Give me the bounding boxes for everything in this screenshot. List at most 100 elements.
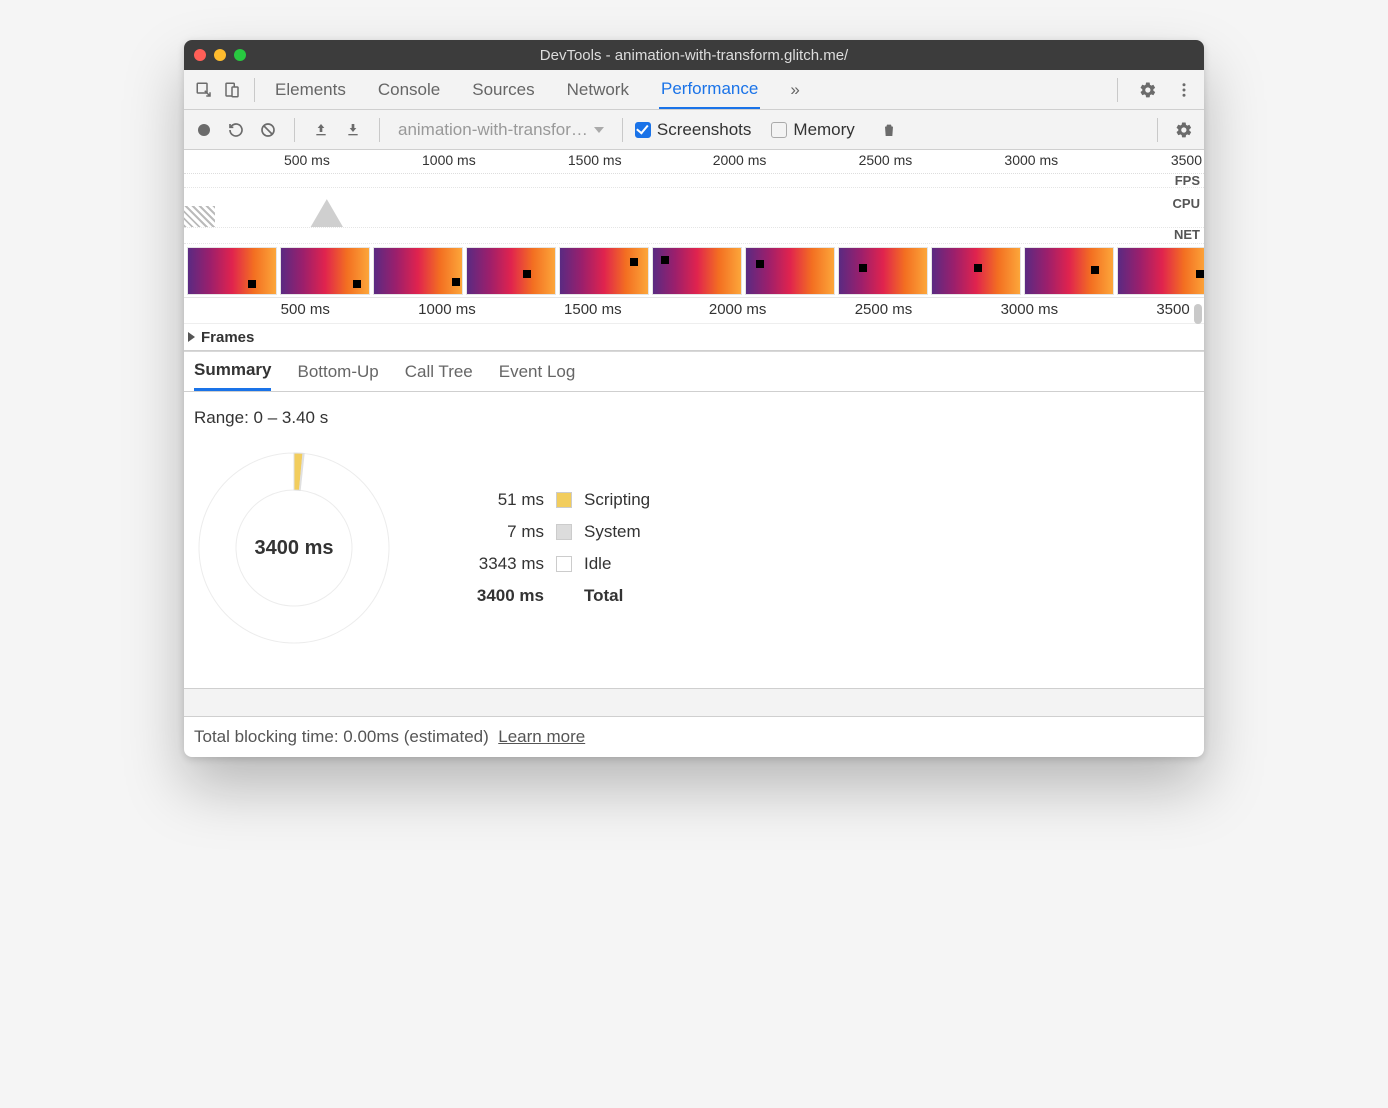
divider — [379, 118, 380, 142]
vertical-scrollbar-thumb[interactable] — [1194, 304, 1202, 324]
ruler-tick: 3000 ms — [1001, 301, 1059, 318]
legend-value: 7 ms — [464, 522, 544, 542]
save-profile-button[interactable] — [339, 116, 367, 144]
tab-elements[interactable]: Elements — [273, 70, 348, 109]
load-profile-button[interactable] — [307, 116, 335, 144]
fps-lane-label: FPS — [1175, 173, 1200, 188]
inspect-element-icon[interactable] — [190, 76, 218, 104]
legend-total-label: Total — [584, 586, 650, 606]
ruler-tick: 500 ms — [281, 301, 330, 318]
capture-settings-icon[interactable] — [1170, 116, 1198, 144]
filmstrip-thumb[interactable] — [1024, 247, 1114, 295]
ruler-tick: 2000 ms — [709, 301, 767, 318]
panel-tabs: Elements Console Sources Network Perform… — [273, 70, 1109, 109]
reload-record-button[interactable] — [222, 116, 250, 144]
net-lane: NET — [184, 228, 1204, 244]
divider — [254, 78, 255, 102]
window-title: DevTools - animation-with-transform.glit… — [184, 47, 1204, 64]
legend-label: Scripting — [584, 490, 650, 510]
frames-label: Frames — [201, 329, 254, 346]
frames-track-header[interactable]: Frames — [184, 323, 1204, 351]
legend-value: 3343 ms — [464, 554, 544, 574]
ruler-tick: 500 ms — [284, 152, 330, 168]
tab-network[interactable]: Network — [565, 70, 631, 109]
tab-sources[interactable]: Sources — [470, 70, 536, 109]
device-toolbar-icon[interactable] — [218, 76, 246, 104]
divider — [1157, 118, 1158, 142]
blocking-time-text: Total blocking time: 0.00ms (estimated) — [194, 727, 489, 746]
tab-performance[interactable]: Performance — [659, 70, 760, 109]
thumb-marker — [661, 256, 669, 264]
ruler-tick: 2500 ms — [859, 152, 913, 168]
flame-ruler[interactable]: 500 ms 1000 ms 1500 ms 2000 ms 2500 ms 3… — [184, 297, 1204, 323]
expand-triangle-icon — [188, 332, 195, 342]
summary-donut-chart: 3400 ms — [194, 448, 394, 648]
legend-label: System — [584, 522, 650, 542]
details-tab-bottom-up[interactable]: Bottom-Up — [297, 352, 378, 391]
panel-tabs-row: Elements Console Sources Network Perform… — [184, 70, 1204, 110]
cpu-lane-label: CPU — [1173, 196, 1200, 211]
thumb-marker — [523, 270, 531, 278]
legend-value: 51 ms — [464, 490, 544, 510]
checkbox-checked-icon — [635, 122, 651, 138]
performance-toolbar: animation-with-transfor… Screenshots Mem… — [184, 110, 1204, 150]
kebab-menu-icon[interactable] — [1170, 76, 1198, 104]
thumb-marker — [1091, 266, 1099, 274]
clear-button[interactable] — [254, 116, 282, 144]
thumb-marker — [756, 260, 764, 268]
settings-icon[interactable] — [1134, 76, 1162, 104]
more-tabs-button[interactable]: » — [788, 70, 801, 109]
overview-ruler[interactable]: 500 ms 1000 ms 1500 ms 2000 ms 2500 ms 3… — [184, 150, 1204, 174]
details-tab-call-tree[interactable]: Call Tree — [405, 352, 473, 391]
recording-select[interactable]: animation-with-transfor… — [398, 120, 604, 140]
record-button[interactable] — [190, 116, 218, 144]
filmstrip[interactable] — [184, 244, 1204, 297]
ruler-tick: 3500 r — [1156, 301, 1199, 318]
ruler-tick: 1000 ms — [418, 301, 476, 318]
filmstrip-thumb[interactable] — [559, 247, 649, 295]
learn-more-link[interactable]: Learn more — [498, 727, 585, 746]
devtools-window: DevTools - animation-with-transform.glit… — [184, 40, 1204, 757]
thumb-marker — [452, 278, 460, 286]
filmstrip-thumb[interactable] — [931, 247, 1021, 295]
fps-lane: FPS — [184, 174, 1204, 188]
filmstrip-thumb[interactable] — [1117, 247, 1204, 295]
legend-swatch — [556, 492, 572, 508]
window-zoom-button[interactable] — [234, 49, 246, 61]
garbage-collect-button[interactable] — [875, 116, 903, 144]
filmstrip-thumb[interactable] — [652, 247, 742, 295]
details-tab-event-log[interactable]: Event Log — [499, 352, 576, 391]
legend-label: Idle — [584, 554, 650, 574]
tab-console[interactable]: Console — [376, 70, 442, 109]
cpu-lane: CPU — [184, 188, 1204, 228]
memory-label: Memory — [793, 120, 854, 140]
ruler-tick: 1500 ms — [568, 152, 622, 168]
ruler-tick: 1000 ms — [422, 152, 476, 168]
chevron-down-icon — [594, 127, 604, 133]
filmstrip-thumb[interactable] — [373, 247, 463, 295]
overview-pane[interactable]: 500 ms 1000 ms 1500 ms 2000 ms 2500 ms 3… — [184, 150, 1204, 352]
filmstrip-thumb[interactable] — [187, 247, 277, 295]
legend-swatch — [556, 524, 572, 540]
window-minimize-button[interactable] — [214, 49, 226, 61]
filmstrip-thumb[interactable] — [745, 247, 835, 295]
ruler-tick: 2000 ms — [713, 152, 767, 168]
range-label: Range: 0 – 3.40 s — [194, 408, 1194, 428]
thumb-marker — [248, 280, 256, 288]
window-close-button[interactable] — [194, 49, 206, 61]
memory-checkbox[interactable]: Memory — [771, 120, 854, 140]
footer-spacer — [184, 688, 1204, 716]
thumb-marker — [353, 280, 361, 288]
screenshots-checkbox[interactable]: Screenshots — [635, 120, 752, 140]
legend-swatch — [556, 556, 572, 572]
legend-total-value: 3400 ms — [464, 586, 544, 606]
filmstrip-thumb[interactable] — [466, 247, 556, 295]
details-tab-summary[interactable]: Summary — [194, 352, 271, 391]
summary-legend: 51 ms Scripting 7 ms System 3343 ms Idle 3400 … — [464, 490, 650, 606]
cpu-hatch — [184, 206, 215, 227]
filmstrip-thumb[interactable] — [280, 247, 370, 295]
divider — [1117, 78, 1118, 102]
titlebar[interactable]: DevTools - animation-with-transform.glit… — [184, 40, 1204, 70]
thumb-marker — [974, 264, 982, 272]
filmstrip-thumb[interactable] — [838, 247, 928, 295]
